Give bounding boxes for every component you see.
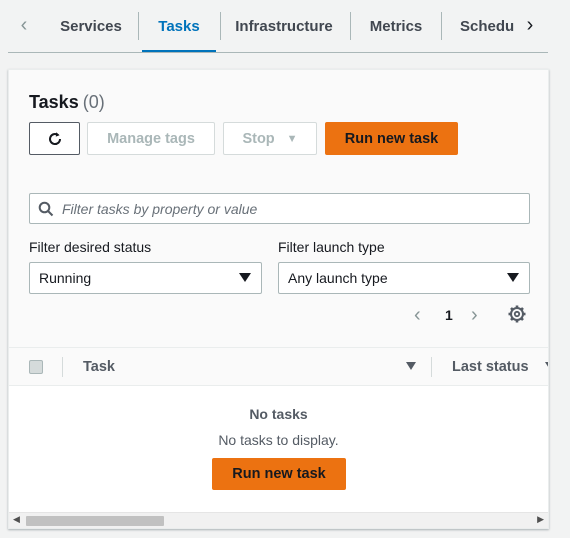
column-header-task[interactable]: Task (83, 359, 115, 375)
refresh-button[interactable] (29, 122, 80, 155)
tab-divider (220, 12, 221, 40)
column-header-last-status[interactable]: Last status (452, 359, 529, 375)
manage-tags-button[interactable]: Manage tags (87, 122, 215, 155)
tab-infrastructure[interactable]: Infrastructure (224, 0, 344, 52)
run-new-task-button-empty-state[interactable]: Run new task (212, 458, 346, 490)
column-divider (431, 357, 432, 377)
desired-status-label: Filter desired status (29, 239, 152, 255)
next-page-icon[interactable]: › (471, 304, 478, 327)
tasks-panel: Tasks (0) Manage tags Stop ▼ Run new task… (8, 69, 549, 529)
select-all-checkbox[interactable] (29, 360, 43, 374)
task-count: (0) (82, 92, 105, 112)
empty-state-message: No tasks to display. (218, 432, 339, 448)
tabs-scroll-right-icon[interactable]: › (518, 10, 542, 40)
previous-page-icon[interactable]: ‹ (414, 304, 421, 327)
launch-type-label: Filter launch type (278, 239, 385, 255)
search-icon (30, 201, 62, 217)
desired-status-value: Running (39, 270, 92, 286)
launch-type-select[interactable]: Any launch type (278, 262, 530, 294)
empty-state-title: No tasks (249, 406, 308, 422)
scrollbar-thumb[interactable] (26, 516, 164, 526)
desired-status-select[interactable]: Running (29, 262, 262, 294)
tab-divider (138, 12, 139, 40)
caret-down-icon: ▼ (286, 132, 298, 145)
scroll-right-icon[interactable]: ▶ (537, 514, 544, 525)
caret-down-icon (239, 273, 251, 282)
tab-divider (350, 12, 351, 40)
current-page-number[interactable]: 1 (445, 307, 453, 323)
refresh-icon (48, 131, 61, 145)
tab-metrics[interactable]: Metrics (356, 0, 436, 52)
search-input[interactable] (62, 200, 522, 217)
tab-bar-baseline (8, 52, 548, 53)
sort-icon[interactable] (545, 362, 548, 370)
tab-bar: ‹ Services Tasks Infrastructure Metrics … (0, 0, 570, 53)
stop-button[interactable]: Stop ▼ (223, 122, 317, 155)
tabs-scroll-left-icon[interactable]: ‹ (12, 10, 36, 40)
launch-type-value: Any launch type (288, 270, 388, 286)
column-divider (62, 357, 63, 377)
panel-title-text: Tasks (29, 92, 79, 112)
tab-divider (441, 12, 442, 40)
tab-services[interactable]: Services (48, 0, 134, 52)
table-header: Task Last status (9, 348, 548, 386)
stop-button-label: Stop (242, 130, 275, 147)
horizontal-scrollbar[interactable]: ◀ ▶ (9, 512, 548, 528)
tab-tasks[interactable]: Tasks (142, 0, 216, 52)
sort-icon[interactable] (406, 362, 416, 370)
scroll-left-icon[interactable]: ◀ (13, 514, 20, 525)
tab-scheduled-tasks[interactable]: Scheduled tasks (446, 0, 514, 52)
search-field[interactable] (29, 193, 530, 224)
panel-title: Tasks (0) (29, 92, 105, 113)
run-new-task-button[interactable]: Run new task (325, 122, 458, 155)
settings-gear-icon[interactable] (507, 304, 527, 324)
caret-down-icon (507, 273, 519, 282)
